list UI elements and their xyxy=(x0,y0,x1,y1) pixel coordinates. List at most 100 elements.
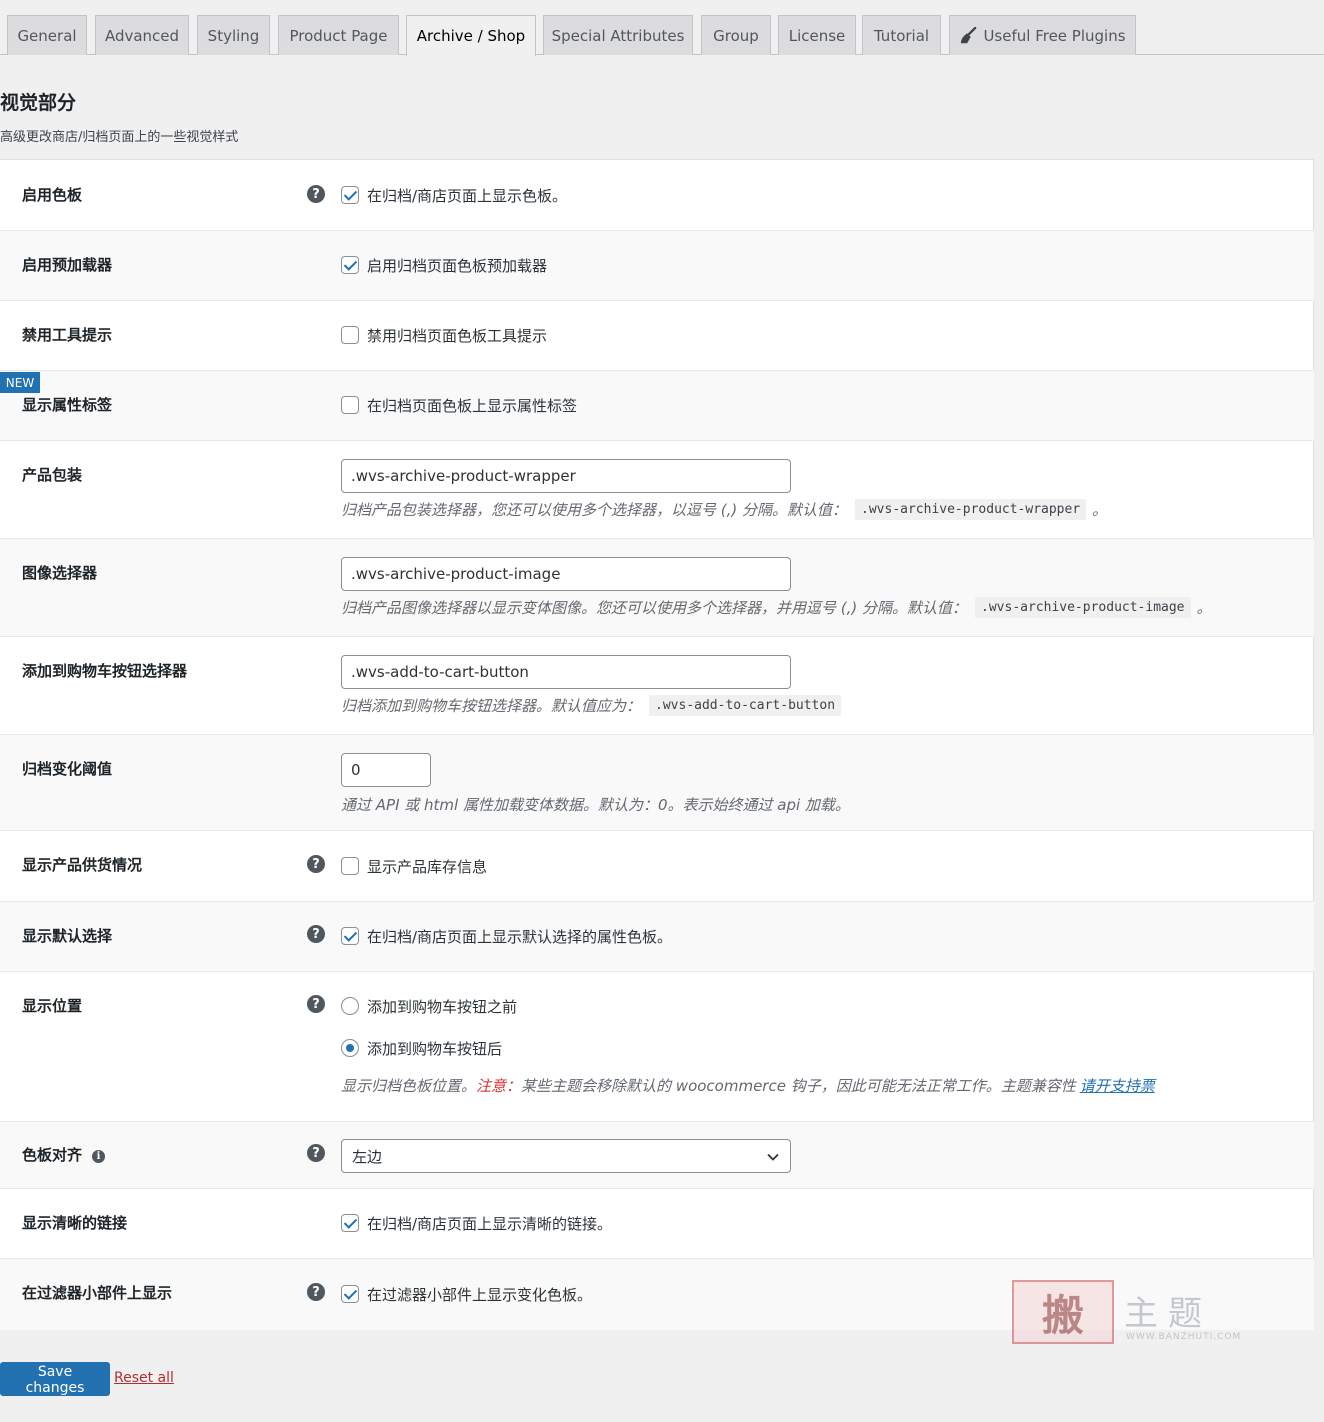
show-attribute-label-checkbox[interactable] xyxy=(341,396,359,414)
setting-label-text: 色板对齐 xyxy=(22,1146,83,1164)
reset-all-link[interactable]: Reset all xyxy=(114,1370,174,1386)
setting-label: 显示产品供货情况 xyxy=(22,856,143,874)
setting-row-enable-preloader: 启用预加载器 启用归档页面色板预加载器 xyxy=(0,231,1314,301)
support-ticket-link[interactable]: 请开支持票 xyxy=(1080,1075,1155,1096)
setting-label: 图像选择器 xyxy=(22,564,98,582)
setting-label: 禁用工具提示 xyxy=(22,326,113,344)
swatch-align-select[interactable]: 左边 xyxy=(341,1139,791,1173)
settings-panel: 启用色板 ? 在归档/商店页面上显示色板。 启用预加载器 启用归档页面色板预加载… xyxy=(0,159,1314,1330)
show-on-filter-widget-checkbox[interactable] xyxy=(341,1285,359,1303)
enable-preloader-checkbox[interactable] xyxy=(341,256,359,274)
tab-product-page[interactable]: Product Page xyxy=(278,15,399,55)
setting-row-show-stock: 显示产品供货情况 ? 显示产品库存信息 xyxy=(0,831,1314,902)
settings-tab-bar: General Advanced Styling Product Page Ar… xyxy=(0,0,1324,56)
tab-tutorial[interactable]: Tutorial xyxy=(862,15,941,55)
setting-row-product-wrapper: 产品包装 归档产品包装选择器，您还可以使用多个选择器，以逗号 (,) 分隔。默认… xyxy=(0,441,1314,539)
setting-row-show-clear-link: 显示清晰的链接 在归档/商店页面上显示清晰的链接。 xyxy=(0,1189,1314,1259)
show-default-selected-checkbox[interactable] xyxy=(341,927,359,945)
description-suffix: 。 xyxy=(1092,501,1108,519)
checkbox-label: 启用归档页面色板预加载器 xyxy=(367,257,548,275)
field-description: 显示归档色板位置。 注意： 某些主题会移除默认的 woocommerce 钩子，… xyxy=(341,1075,1155,1096)
default-value-code: .wvs-archive-product-image xyxy=(975,597,1191,618)
field-description: 通过 API 或 html 属性加载变体数据。默认为：0。表示始终通过 api … xyxy=(341,796,850,814)
checkbox-label: 在过滤器小部件上显示变化色板。 xyxy=(367,1286,593,1304)
tab-archive-shop[interactable]: Archive / Shop xyxy=(406,15,536,56)
setting-label: 显示清晰的链接 xyxy=(22,1214,128,1232)
image-selector-input[interactable] xyxy=(341,557,791,591)
tab-label: Styling xyxy=(207,26,260,45)
setting-row-disable-tooltip: 禁用工具提示 禁用归档页面色板工具提示 xyxy=(0,301,1314,371)
checkbox-label: 禁用归档页面色板工具提示 xyxy=(367,327,548,345)
tab-advanced[interactable]: Advanced xyxy=(95,15,189,55)
setting-label: 在过滤器小部件上显示 xyxy=(22,1284,173,1302)
setting-label: 启用色板 xyxy=(22,186,83,204)
tab-label: Useful Free Plugins xyxy=(983,26,1126,45)
tab-useful-free-plugins[interactable]: Useful Free Plugins xyxy=(949,15,1136,55)
description-text: 归档产品图像选择器以显示变体图像。您还可以使用多个选择器，并用逗号 (,) 分隔… xyxy=(341,599,968,617)
info-icon[interactable]: i xyxy=(92,1150,106,1163)
setting-label: 产品包装 xyxy=(22,466,83,484)
watermark-logo: 搬 主题 WWW.BANZHUTI.COM xyxy=(1012,1280,1242,1346)
description-text: 归档产品包装选择器，您还可以使用多个选择器，以逗号 (,) 分隔。默认值： xyxy=(341,501,848,519)
select-value: 左边 xyxy=(352,1147,383,1166)
tab-general[interactable]: General xyxy=(7,15,87,55)
help-icon[interactable]: ? xyxy=(307,185,325,203)
show-clear-link-checkbox[interactable] xyxy=(341,1214,359,1232)
cart-button-selector-input[interactable] xyxy=(341,655,791,689)
description-text: 归档添加到购物车按钮选择器。默认值应为： xyxy=(341,697,642,715)
setting-row-variation-threshold: 归档变化阈值 通过 API 或 html 属性加载变体数据。默认为：0。表示始终… xyxy=(0,735,1314,831)
setting-label: 归档变化阈值 xyxy=(22,760,113,778)
help-icon[interactable]: ? xyxy=(307,1144,325,1162)
setting-row-swatch-align: 色板对齐 i ? 左边 xyxy=(0,1122,1314,1189)
position-after-radio[interactable] xyxy=(341,1039,359,1057)
tab-label: General xyxy=(17,26,77,45)
default-value-code: .wvs-add-to-cart-button xyxy=(649,695,842,716)
setting-row-cart-button-selector: 添加到购物车按钮选择器 归档添加到购物车按钮选择器。默认值应为： .wvs-ad… xyxy=(0,637,1314,735)
help-icon[interactable]: ? xyxy=(307,925,325,943)
setting-label: 添加到购物车按钮选择器 xyxy=(22,662,188,680)
tab-label: Group xyxy=(713,26,759,45)
description-text: 显示归档色板位置。 xyxy=(341,1077,477,1095)
field-description: 归档产品图像选择器以显示变体图像。您还可以使用多个选择器，并用逗号 (,) 分隔… xyxy=(341,597,1212,618)
help-icon[interactable]: ? xyxy=(307,1283,325,1301)
product-wrapper-input[interactable] xyxy=(341,459,791,493)
section-title: 视觉部分 xyxy=(0,92,77,114)
variation-threshold-input[interactable] xyxy=(341,753,431,787)
setting-row-show-attribute-label: 显示属性标签 在归档页面色板上显示属性标签 xyxy=(0,371,1314,441)
tab-label: License xyxy=(788,26,846,45)
position-before-radio[interactable] xyxy=(341,997,359,1015)
checkbox-label: 显示产品库存信息 xyxy=(367,858,488,876)
tab-label: Product Page xyxy=(289,26,388,45)
tab-license[interactable]: License xyxy=(778,15,856,55)
watermark-text: 主题 xyxy=(1124,1294,1212,1334)
note-text: 注意： xyxy=(476,1077,522,1095)
setting-label: 显示位置 xyxy=(22,997,83,1015)
help-icon[interactable]: ? xyxy=(307,995,325,1013)
field-description: 归档产品包装选择器，您还可以使用多个选择器，以逗号 (,) 分隔。默认值： .w… xyxy=(341,499,1107,520)
tab-group[interactable]: Group xyxy=(701,15,771,55)
section-description: 高级更改商店/归档页面上的一些视觉样式 xyxy=(0,130,239,145)
tab-label: Advanced xyxy=(104,26,180,45)
radio-label: 添加到购物车按钮后 xyxy=(367,1040,503,1058)
help-icon[interactable]: ? xyxy=(307,855,325,873)
enable-swatches-checkbox[interactable] xyxy=(341,186,359,204)
tab-styling[interactable]: Styling xyxy=(197,15,270,55)
checkbox-label: 在归档页面色板上显示属性标签 xyxy=(367,397,578,415)
save-changes-button[interactable]: Save changes xyxy=(0,1362,110,1396)
tab-label: Tutorial xyxy=(873,26,930,45)
disable-tooltip-checkbox[interactable] xyxy=(341,326,359,344)
setting-label: 显示属性标签 xyxy=(22,396,113,414)
checkbox-label: 在归档/商店页面上显示清晰的链接。 xyxy=(367,1215,613,1233)
tab-label: Archive / Shop xyxy=(416,27,526,45)
setting-label: 显示默认选择 xyxy=(22,927,113,945)
tab-label: Special Attributes xyxy=(551,26,685,45)
default-value-code: .wvs-archive-product-wrapper xyxy=(855,499,1087,520)
checkbox-label: 在归档/商店页面上显示默认选择的属性色板。 xyxy=(367,928,673,946)
radio-label: 添加到购物车按钮之前 xyxy=(367,998,518,1016)
watermark-seal: 搬 xyxy=(1012,1280,1114,1344)
tab-special-attributes[interactable]: Special Attributes xyxy=(543,15,693,55)
show-stock-checkbox[interactable] xyxy=(341,857,359,875)
setting-row-display-position: 显示位置 ? 添加到购物车按钮之前 添加到购物车按钮后 显示归档色板位置。 注意… xyxy=(0,972,1314,1122)
setting-label: 启用预加载器 xyxy=(22,256,113,274)
setting-row-image-selector: 图像选择器 归档产品图像选择器以显示变体图像。您还可以使用多个选择器，并用逗号 … xyxy=(0,539,1314,637)
